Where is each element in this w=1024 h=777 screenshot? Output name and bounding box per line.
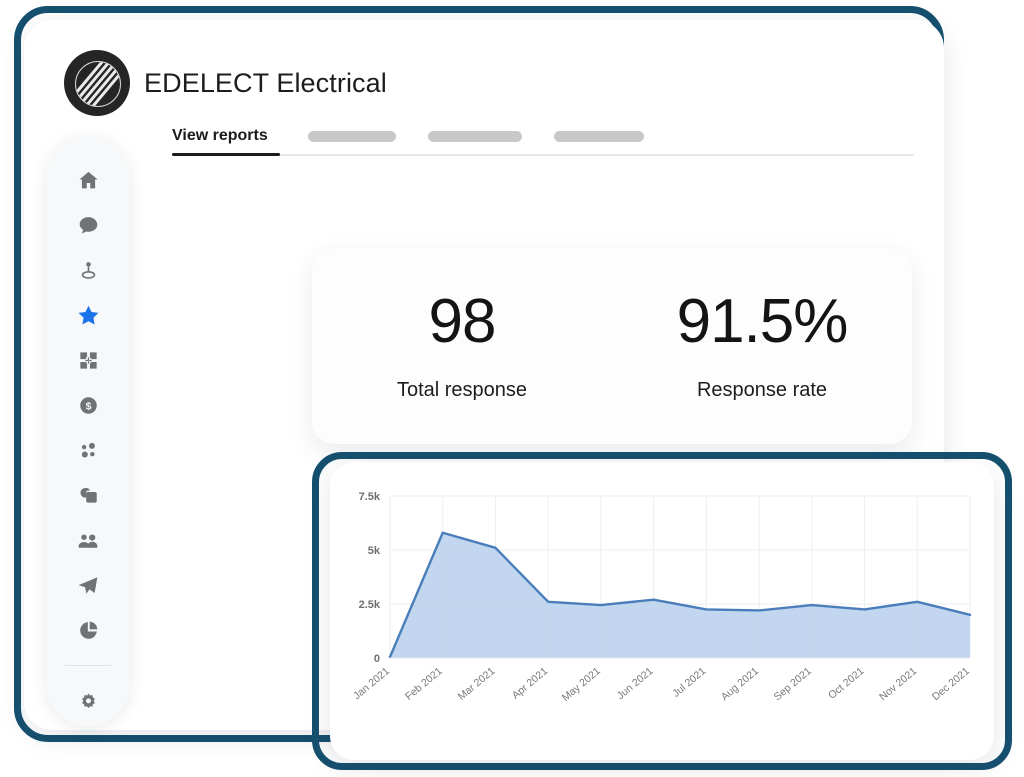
stat-label: Response rate [696,378,828,401]
x-axis-tick-label: Dec 2021 [930,665,972,703]
sidebar-item-apps[interactable] [60,338,116,383]
y-axis-tick-label: 7.5k [359,491,381,503]
stat-response-rate: 91.5% Response rate [612,286,912,402]
tab-placeholder-1[interactable] [307,130,396,142]
y-axis-tick-label: 0 [374,653,380,665]
tab-placeholder-2[interactable] [427,130,522,142]
x-axis-tick-label: Aug 2021 [719,665,761,703]
page-title: EDELECT Electrical [144,68,387,98]
sidebar-item-home[interactable] [60,158,116,203]
tab-bar: View reports [172,120,914,164]
sidebar-item-messages[interactable] [60,203,116,248]
x-axis-tick-label: Oct 2021 [826,665,866,702]
dollar-circle-icon: $ [77,394,100,417]
striped-circle-logo-icon [64,50,130,116]
screenshot-root: EDELECT Electrical View reports 98 Total… [0,0,1024,777]
sidebar-item-settings[interactable] [60,680,116,725]
pie-chart-icon [77,619,100,642]
x-axis-tick-label: Sep 2021 [772,665,814,703]
stat-label: Total response [396,378,528,401]
x-axis-tick-label: Jun 2021 [615,665,656,702]
gear-icon [77,691,100,714]
home-icon [77,169,100,192]
chart-area-fill [390,532,970,658]
stats-card: 98 Total response 91.5% Response rate [312,248,912,444]
paper-plane-icon [76,574,100,598]
stat-value: 98 [428,286,497,356]
svg-text:$: $ [85,401,91,413]
sidebar-item-campaigns[interactable] [60,563,116,608]
location-pin-icon [77,259,100,282]
x-axis-tick-label: Jan 2021 [351,665,392,702]
responses-chart-card: 0 2.5k 5k 7.5k Jan 2021 Feb 2021 Mar 2021 Apr 2… [330,462,994,760]
nodes-icon [77,439,100,462]
sidebar-item-locations[interactable] [60,248,116,293]
stat-value: 91.5% [676,286,849,356]
sidebar-item-reviews[interactable] [60,293,116,338]
layers-icon [77,484,100,507]
flower-grid-icon [77,349,100,372]
x-axis-tick-label: Jul 2021 [670,665,708,700]
sidebar-item-automations[interactable] [60,428,116,473]
sidebar-divider [65,665,111,666]
sidebar-item-contacts[interactable] [60,518,116,563]
x-axis-tick-label: Apr 2021 [510,665,550,702]
people-icon [76,529,100,553]
tab-bar-rule [172,154,914,156]
x-axis-tick-label: Nov 2021 [877,665,919,703]
sidebar-item-reports[interactable] [60,608,116,653]
star-icon [76,303,101,328]
chat-bubble-icon [77,214,100,237]
sidebar-nav: $ [46,136,130,726]
x-axis-tick-label: May 2021 [560,665,603,704]
x-axis-tick-label: Mar 2021 [456,665,498,703]
stat-total-response: 98 Total response [312,286,612,402]
y-axis-tick-label: 5k [368,545,381,557]
x-axis-tick-label: Feb 2021 [403,665,445,703]
y-axis-tick-label: 2.5k [359,599,381,611]
sidebar-item-payments[interactable]: $ [60,383,116,428]
responses-area-chart[interactable]: 0 2.5k 5k 7.5k Jan 2021 Feb 2021 Mar 2021 Apr 2… [330,462,994,760]
tab-placeholder-3[interactable] [553,130,644,142]
tab-view-reports[interactable]: View reports [172,127,276,145]
tab-active-indicator [172,153,280,156]
sidebar-item-library[interactable] [60,473,116,518]
